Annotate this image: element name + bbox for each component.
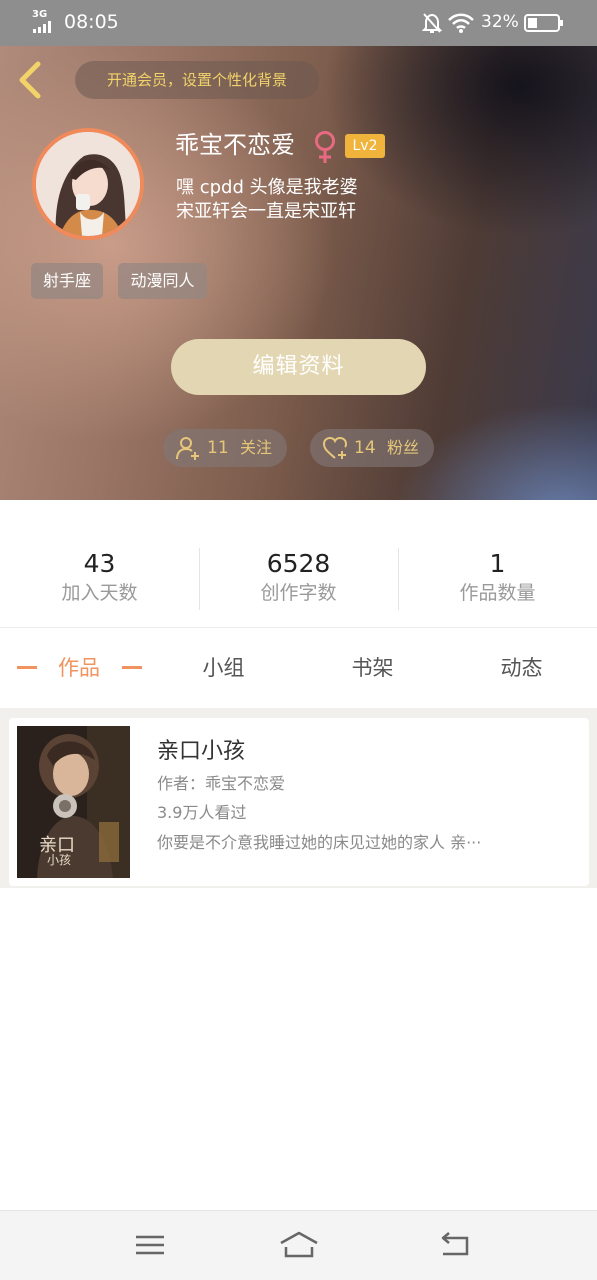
tab-active-indicator bbox=[122, 666, 142, 669]
avatar[interactable] bbox=[32, 128, 144, 240]
stat-label: 加入天数 bbox=[61, 582, 138, 604]
following-count: 11 bbox=[207, 438, 229, 458]
stat-value: 1 bbox=[489, 549, 506, 578]
level-badge: Lv2 bbox=[345, 134, 385, 158]
profile-header: 开通会员，设置个性化背景 乖宝不恋爱 Lv2 嘿 cpdd 头像是我老婆 宋亚轩… bbox=[0, 46, 597, 500]
heart-plus-icon bbox=[322, 436, 348, 459]
menu-icon[interactable] bbox=[132, 1229, 168, 1261]
book-views: 3.9万人看过 bbox=[157, 803, 247, 822]
book-description: 你要是不介意我睡过她的床见过她的家人 亲··· bbox=[157, 833, 482, 852]
followers-label: 粉丝 bbox=[387, 438, 420, 457]
system-nav-bar bbox=[0, 1210, 597, 1280]
tab-bar: 作品 小组 书架 动态 bbox=[0, 628, 597, 708]
vip-banner-button[interactable]: 开通会员，设置个性化背景 bbox=[75, 61, 319, 99]
signal-icon bbox=[33, 21, 59, 33]
stat-value: 43 bbox=[83, 549, 116, 578]
work-card[interactable]: 亲口 小孩 亲口小孩 作者：乖宝不恋爱 3.9万人看过 你要是不介意我睡过她的床… bbox=[9, 718, 589, 886]
tag-chip[interactable]: 射手座 bbox=[31, 263, 103, 299]
bio-line: 宋亚轩会一直是宋亚轩 bbox=[176, 201, 356, 222]
stats-row: 43 加入天数 6528 创作字数 1 作品数量 bbox=[0, 500, 597, 628]
bio-line: 嘿 cpdd 头像是我老婆 bbox=[176, 177, 358, 198]
home-icon[interactable] bbox=[278, 1229, 320, 1261]
add-user-icon bbox=[176, 437, 199, 460]
tab-activity[interactable]: 动态 bbox=[447, 628, 596, 708]
book-title[interactable]: 亲口小孩 bbox=[157, 736, 245, 768]
status-time: 08:05 bbox=[64, 11, 119, 33]
book-cover[interactable]: 亲口 小孩 bbox=[17, 726, 130, 878]
network-type: 3G bbox=[32, 9, 48, 20]
username: 乖宝不恋爱 bbox=[175, 131, 295, 159]
followers-count: 14 bbox=[354, 438, 376, 458]
bell-muted-icon bbox=[422, 13, 442, 33]
chevron-left-icon[interactable] bbox=[12, 60, 48, 100]
bio: 嘿 cpdd 头像是我老婆 宋亚轩会一直是宋亚轩 bbox=[176, 176, 358, 224]
tab-bookshelf[interactable]: 书架 bbox=[298, 628, 447, 708]
stat-label: 作品数量 bbox=[459, 582, 536, 604]
edit-profile-button[interactable]: 编辑资料 bbox=[171, 339, 426, 395]
wifi-icon bbox=[448, 13, 474, 33]
battery-percent: 32% bbox=[481, 12, 519, 32]
stat-works: 1 作品数量 bbox=[398, 548, 597, 606]
stat-days: 43 加入天数 bbox=[0, 548, 199, 606]
status-bar: 3G 08:05 32% bbox=[0, 0, 597, 46]
tab-groups[interactable]: 小组 bbox=[149, 628, 298, 708]
works-list: 亲口 小孩 亲口小孩 作者：乖宝不恋爱 3.9万人看过 你要是不介意我睡过她的床… bbox=[0, 708, 597, 888]
stat-label: 创作字数 bbox=[260, 582, 337, 604]
svg-text:小孩: 小孩 bbox=[47, 853, 71, 867]
stat-words: 6528 创作字数 bbox=[199, 548, 398, 606]
back-nav-icon[interactable] bbox=[437, 1229, 473, 1261]
tag-chip[interactable]: 动漫同人 bbox=[118, 263, 207, 299]
battery-icon bbox=[524, 14, 563, 32]
following-label: 关注 bbox=[240, 438, 273, 457]
followers-button[interactable]: 14 粉丝 bbox=[310, 429, 434, 467]
female-icon bbox=[315, 131, 335, 163]
book-author: 作者：乖宝不恋爱 bbox=[157, 774, 286, 793]
stat-value: 6528 bbox=[266, 549, 331, 578]
following-button[interactable]: 11 关注 bbox=[163, 429, 287, 467]
